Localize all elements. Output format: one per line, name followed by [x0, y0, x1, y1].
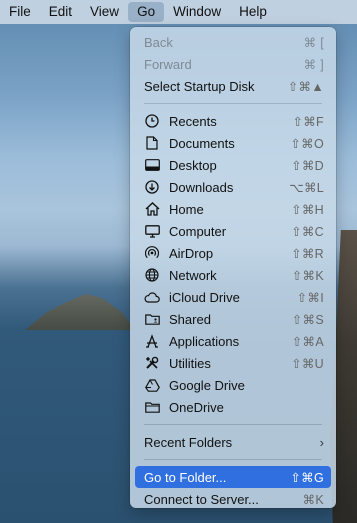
menu-item-label: Recent Folders: [144, 434, 233, 450]
menu-item-desktop[interactable]: Desktop ⇧⌘D: [135, 154, 331, 176]
menu-item-documents[interactable]: Documents ⇧⌘O: [135, 132, 331, 154]
clock-icon: [144, 113, 160, 129]
go-menu-dropdown: Back ⌘ [ Forward ⌘ ] Select Startup Disk…: [130, 27, 336, 508]
menu-item-shortcut: ⌘ [: [303, 35, 324, 50]
menu-item-shortcut: ⇧⌘K: [291, 268, 324, 283]
menu-item-label: Network: [169, 267, 217, 283]
menu-item-go-to-folder[interactable]: Go to Folder... ⇧⌘G: [135, 466, 331, 488]
menu-item-label: Back: [144, 34, 173, 50]
menu-item-shortcut: ⇧⌘▲: [287, 79, 324, 94]
menu-item-label: Utilities: [169, 355, 211, 371]
menu-item-airdrop[interactable]: AirDrop ⇧⌘R: [135, 242, 331, 264]
menu-item-recents[interactable]: Recents ⇧⌘F: [135, 110, 331, 132]
menu-item-label: Downloads: [169, 179, 234, 195]
google-drive-icon: [144, 377, 160, 393]
menu-item-connect-to-server[interactable]: Connect to Server... ⌘K: [135, 488, 331, 510]
menu-item-network[interactable]: Network ⇧⌘K: [135, 264, 331, 286]
menu-item-label: Shared: [169, 311, 211, 327]
menu-view[interactable]: View: [81, 0, 128, 24]
menu-separator: [144, 424, 322, 425]
menu-item-shortcut: ⇧⌘A: [291, 334, 324, 349]
menu-item-shortcut: ⇧⌘D: [291, 158, 324, 173]
menu-item-back[interactable]: Back ⌘ [: [135, 31, 331, 53]
airdrop-icon: [144, 245, 160, 261]
menu-item-shortcut: ⌘ ]: [303, 57, 324, 72]
menu-item-google-drive[interactable]: Google Drive: [135, 374, 331, 396]
menu-item-label: Computer: [169, 223, 227, 239]
menu-item-shortcut: ⇧⌘S: [291, 312, 324, 327]
menu-item-recent-folders[interactable]: Recent Folders ›: [135, 431, 331, 453]
menu-separator: [144, 459, 322, 460]
folder-icon: [144, 399, 160, 415]
menu-item-label: OneDrive: [169, 399, 224, 415]
menu-item-utilities[interactable]: Utilities ⇧⌘U: [135, 352, 331, 374]
menu-item-label: Google Drive: [169, 377, 245, 393]
desktop-icon: [144, 157, 160, 173]
menu-item-shortcut: ⇧⌘H: [291, 202, 324, 217]
menu-item-label: Go to Folder...: [144, 469, 227, 485]
menu-item-home[interactable]: Home ⇧⌘H: [135, 198, 331, 220]
utilities-icon: [144, 355, 160, 371]
menu-window[interactable]: Window: [164, 0, 230, 24]
network-icon: [144, 267, 160, 283]
menu-item-shortcut: ⌥⌘L: [289, 180, 324, 195]
menu-item-shortcut: ⇧⌘F: [292, 114, 324, 129]
document-icon: [144, 135, 160, 151]
computer-icon: [144, 223, 160, 239]
menu-item-label: Home: [169, 201, 204, 217]
wallpaper-island: [25, 294, 135, 330]
home-icon: [144, 201, 160, 217]
menu-item-applications[interactable]: Applications ⇧⌘A: [135, 330, 331, 352]
menu-item-label: iCloud Drive: [169, 289, 240, 305]
download-icon: [144, 179, 160, 195]
menu-item-label: Applications: [169, 333, 240, 349]
menu-edit[interactable]: Edit: [40, 0, 81, 24]
menu-item-label: Forward: [144, 56, 192, 72]
menu-help[interactable]: Help: [230, 0, 276, 24]
menu-item-label: Select Startup Disk: [144, 78, 255, 94]
menu-item-shortcut: ⌘K: [302, 492, 324, 507]
menu-item-shared[interactable]: Shared ⇧⌘S: [135, 308, 331, 330]
cloud-icon: [144, 289, 160, 305]
menu-item-shortcut: ⇧⌘O: [290, 136, 324, 151]
menu-separator: [144, 103, 322, 104]
menu-item-label: Documents: [169, 135, 235, 151]
menu-item-shortcut: ⇧⌘C: [291, 224, 324, 239]
menu-item-icloud-drive[interactable]: iCloud Drive ⇧⌘I: [135, 286, 331, 308]
menu-go[interactable]: Go: [128, 2, 165, 22]
menu-item-onedrive[interactable]: OneDrive: [135, 396, 331, 418]
menu-item-label: Desktop: [169, 157, 217, 173]
menu-item-shortcut: ⇧⌘I: [296, 290, 324, 305]
menu-item-shortcut: ⇧⌘G: [290, 470, 324, 485]
menu-item-label: Recents: [169, 113, 217, 129]
menu-item-forward[interactable]: Forward ⌘ ]: [135, 53, 331, 75]
shared-folder-icon: [144, 311, 160, 327]
chevron-right-icon: ›: [319, 434, 324, 450]
menu-item-computer[interactable]: Computer ⇧⌘C: [135, 220, 331, 242]
menu-bar: File Edit View Go Window Help: [0, 0, 357, 24]
menu-file[interactable]: File: [0, 0, 40, 24]
menu-item-downloads[interactable]: Downloads ⌥⌘L: [135, 176, 331, 198]
menu-item-label: AirDrop: [169, 245, 214, 261]
menu-item-label: Connect to Server...: [144, 491, 259, 507]
menu-item-shortcut: ⇧⌘U: [291, 356, 324, 371]
menu-item-shortcut: ⇧⌘R: [291, 246, 324, 261]
applications-icon: [144, 333, 160, 349]
menu-item-select-startup-disk[interactable]: Select Startup Disk ⇧⌘▲: [135, 75, 331, 97]
